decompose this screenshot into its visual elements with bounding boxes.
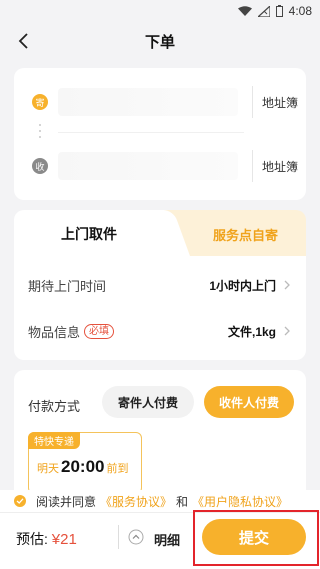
detail-button[interactable]: 明细 <box>154 530 180 549</box>
service-agreement-link[interactable]: 《服务协议》 <box>100 493 172 510</box>
receiver-badge: 收 <box>32 158 48 174</box>
pickup-time-row[interactable]: 期待上门时间 1小时内上门 <box>14 262 306 308</box>
item-info-row[interactable]: 物品信息 必填 文件,1kg <box>14 308 306 354</box>
receiver-address-book-link[interactable]: 地址簿 <box>262 158 298 175</box>
route-dots <box>39 124 41 144</box>
estimate-price: ¥21 <box>51 531 77 548</box>
wifi-icon <box>237 6 252 16</box>
divider <box>252 150 253 182</box>
sender-address-placeholder[interactable] <box>58 88 238 116</box>
agreement-prefix: 阅读并同意 <box>36 494 97 509</box>
back-arrow-icon[interactable] <box>14 31 34 51</box>
signal-icon <box>257 5 270 17</box>
status-bar: 4:08 <box>0 0 320 22</box>
delivery-suffix: 前到 <box>106 463 129 475</box>
sender-address-book-link[interactable]: 地址簿 <box>262 94 298 111</box>
agree-checkbox[interactable] <box>14 495 26 507</box>
item-info-label: 物品信息 <box>28 324 81 340</box>
payment-method-label: 付款方式 <box>28 399 81 414</box>
sender-badge: 寄 <box>32 94 48 110</box>
item-info-value: 文件,1kg <box>227 324 276 339</box>
payment-card: 付款方式 寄件人付费 收件人付费 特快专递 明天 20:00 前到 <box>14 370 306 510</box>
delivery-time: 明天 20:00 前到 <box>37 457 128 477</box>
estimate: 预估: ¥21 <box>16 529 77 549</box>
status-time: 4:08 <box>288 4 312 18</box>
chevron-up-circle-icon[interactable] <box>128 529 144 545</box>
page-title: 下单 <box>144 33 175 51</box>
tab-door-pickup[interactable]: 上门取件 <box>14 210 164 258</box>
delivery-day: 明天 <box>37 463 59 475</box>
pickup-mode-tabs: 服务点自寄 上门取件 <box>14 210 306 258</box>
shipment-info-card: 期待上门时间 1小时内上门 物品信息 必填 文件,1kg <box>14 256 306 360</box>
agreement-and: 和 <box>176 494 189 509</box>
required-badge: 必填 <box>84 323 115 339</box>
service-option-express[interactable]: 特快专递 明天 20:00 前到 <box>28 432 142 494</box>
receiver-pays-button[interactable]: 收件人付费 <box>204 386 294 418</box>
estimate-label: 预估: <box>16 531 48 547</box>
pickup-time-label: 期待上门时间 <box>28 278 107 294</box>
privacy-agreement-link[interactable]: 《用户隐私协议》 <box>192 493 288 510</box>
chevron-right-icon <box>284 280 290 290</box>
divider <box>118 525 119 549</box>
check-icon <box>16 498 24 504</box>
chevron-right-icon <box>284 326 290 336</box>
pickup-time-value: 1小时内上门 <box>209 278 276 293</box>
receiver-address-placeholder[interactable] <box>58 152 238 180</box>
agreement-bar: 阅读并同意 《服务协议》 和 《用户隐私协议》 <box>0 490 320 512</box>
divider <box>58 132 244 133</box>
sender-address-row[interactable]: 寄 地址簿 <box>14 82 306 122</box>
battery-icon <box>275 5 283 17</box>
service-tag: 特快专递 <box>28 432 80 449</box>
nav-bar: 下单 <box>0 22 320 60</box>
divider <box>252 86 253 118</box>
address-card: 寄 地址簿 收 地址簿 <box>14 68 306 200</box>
receiver-address-row[interactable]: 收 地址簿 <box>14 146 306 186</box>
sender-pays-button[interactable]: 寄件人付费 <box>102 386 194 418</box>
delivery-hour: 20:00 <box>61 457 105 476</box>
submit-highlight-box <box>193 510 319 566</box>
